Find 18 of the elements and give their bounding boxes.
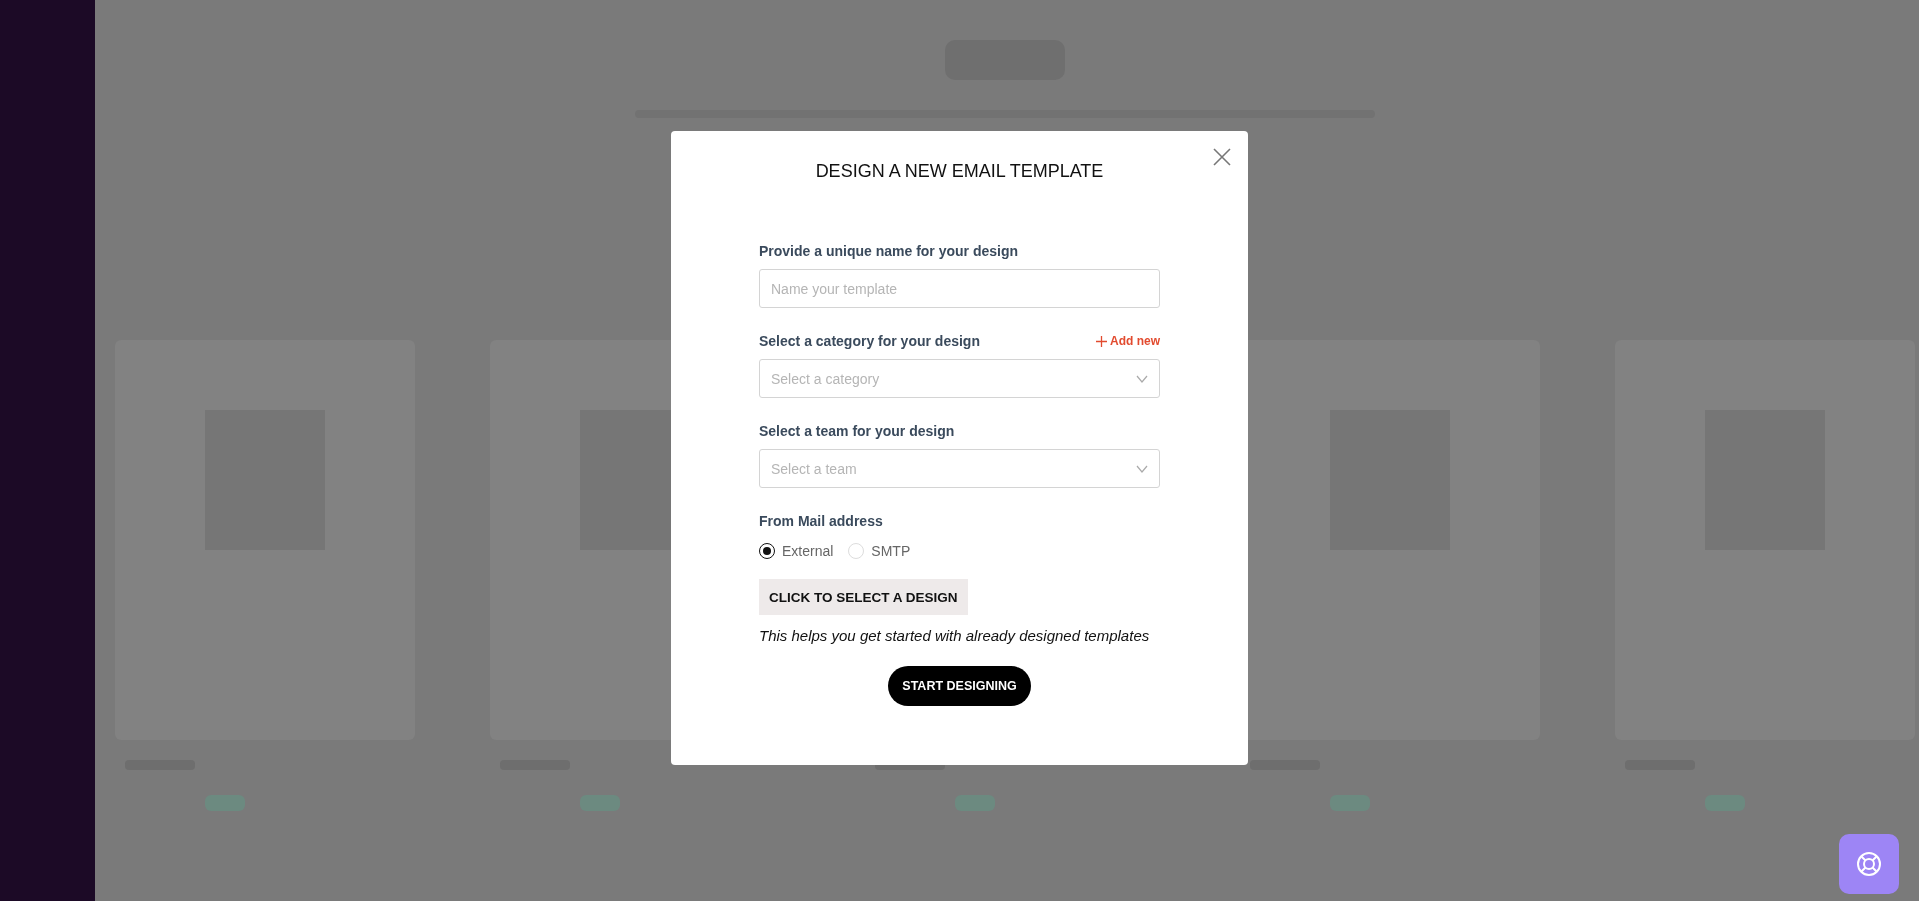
- radio-option[interactable]: SMTP: [848, 543, 911, 559]
- close-icon: [1212, 147, 1232, 167]
- add-new-link[interactable]: Add new: [1096, 334, 1160, 348]
- field-label: Provide a unique name for your design: [759, 242, 1019, 260]
- chevron-down-icon: [1136, 464, 1148, 473]
- help-button[interactable]: [1839, 834, 1899, 894]
- field-label: From Mail address: [759, 512, 883, 530]
- hint-text: This helps you get started with already designed templates: [759, 627, 1151, 644]
- field-label: Select a team for your design: [759, 422, 955, 440]
- lifebuoy-icon: [1856, 851, 1882, 877]
- radio-option[interactable]: External: [759, 543, 834, 559]
- field-label: Select a category for your design: [759, 332, 980, 350]
- chevron-down-icon: [1136, 374, 1148, 383]
- dialog-title: DESIGN A NEW EMAIL TEMPLATE: [814, 160, 1105, 183]
- start-designing-button[interactable]: START DESIGNING: [888, 666, 1031, 706]
- select-design-button[interactable]: CLICK TO SELECT A DESIGN: [759, 579, 968, 615]
- input-field[interactable]: Name your template: [759, 269, 1160, 308]
- plus-icon: [1096, 335, 1107, 347]
